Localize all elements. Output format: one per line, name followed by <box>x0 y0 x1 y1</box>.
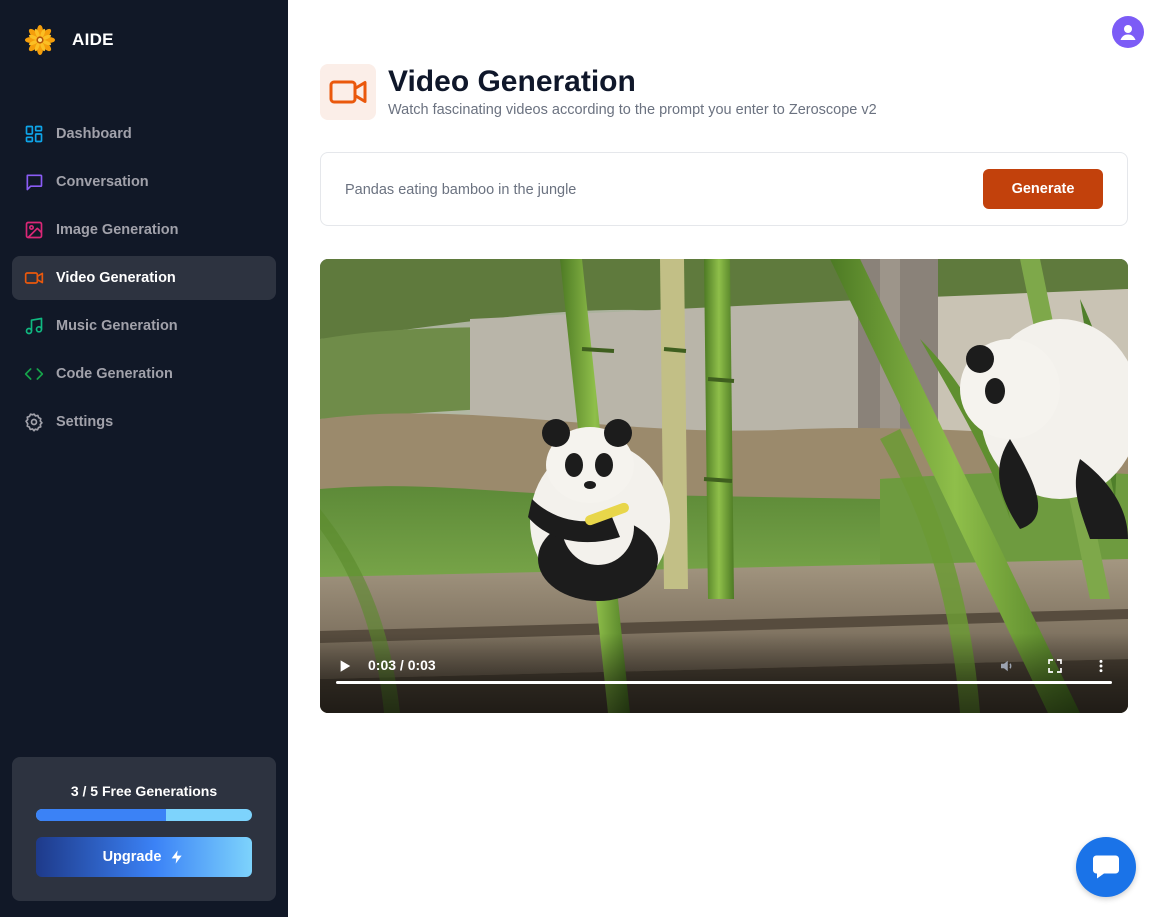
gear-icon <box>24 412 44 432</box>
chat-icon <box>1093 855 1119 879</box>
free-generations-card: 3 / 5 Free Generations Upgrade <box>12 757 276 901</box>
sidebar-item-conversation[interactable]: Conversation <box>12 160 276 204</box>
sidebar-item-label: Code Generation <box>56 366 173 382</box>
sidebar-item-code-generation[interactable]: Code Generation <box>12 352 276 396</box>
sidebar-item-dashboard[interactable]: Dashboard <box>12 112 276 156</box>
fullscreen-icon <box>1048 659 1062 673</box>
sidebar-item-label: Image Generation <box>56 222 179 238</box>
prompt-form: Generate <box>320 152 1128 226</box>
free-generations-count: 3 / 5 Free Generations <box>70 783 218 799</box>
message-icon <box>24 172 44 192</box>
sidebar-item-label: Music Generation <box>56 318 178 334</box>
upgrade-button-label: Upgrade <box>102 849 162 865</box>
brand-name: AIDE <box>72 30 114 49</box>
sidebar-nav: Dashboard Conversation Image Generation … <box>12 112 276 448</box>
user-icon <box>1120 25 1136 40</box>
play-icon <box>340 660 351 672</box>
chat-support-button[interactable] <box>1076 837 1136 897</box>
video-controls: 0:03 / 0:03 <box>320 633 1128 713</box>
sidebar-item-video-generation[interactable]: Video Generation <box>12 256 276 300</box>
page-title: Video Generation <box>388 65 636 98</box>
lightning-icon <box>169 849 185 865</box>
sidebar-item-label: Conversation <box>56 174 149 190</box>
prompt-input[interactable] <box>345 177 965 203</box>
image-icon <box>24 220 44 240</box>
sidebar-item-music-generation[interactable]: Music Generation <box>12 304 276 348</box>
user-avatar[interactable] <box>1112 16 1144 48</box>
music-icon <box>24 316 44 336</box>
sidebar-item-label: Video Generation <box>56 270 176 286</box>
video-seek-bar[interactable] <box>336 681 1112 684</box>
volume-icon <box>1001 660 1012 672</box>
sun-flower-logo <box>25 25 55 55</box>
free-generations-progress <box>36 809 252 821</box>
code-icon <box>24 364 44 384</box>
page-subtitle: Watch fascinating videos according to th… <box>388 102 877 118</box>
video-time: 0:03 / 0:03 <box>368 657 436 673</box>
sidebar-item-label: Settings <box>56 414 114 430</box>
mute-button[interactable] <box>996 655 1018 677</box>
sidebar-item-settings[interactable]: Settings <box>12 400 276 444</box>
play-button[interactable] <box>336 655 354 677</box>
upgrade-button[interactable]: Upgrade <box>36 837 252 877</box>
more-options-button[interactable] <box>1092 655 1110 677</box>
sidebar-item-image-generation[interactable]: Image Generation <box>12 208 276 252</box>
dashboard-icon <box>24 124 44 144</box>
generate-button[interactable]: Generate <box>983 169 1103 209</box>
fullscreen-button[interactable] <box>1044 655 1066 677</box>
more-vertical-icon <box>1099 659 1103 673</box>
sidebar: AIDE Dashboard Conversation Image Genera… <box>0 0 288 917</box>
sidebar-item-label: Dashboard <box>56 126 132 142</box>
video-icon <box>24 268 44 288</box>
video-icon <box>329 80 367 104</box>
free-generations-progress-fill <box>36 809 166 821</box>
page-icon <box>320 64 376 120</box>
brand[interactable]: AIDE <box>24 24 114 56</box>
video-player[interactable]: 0:03 / 0:03 <box>320 259 1128 713</box>
